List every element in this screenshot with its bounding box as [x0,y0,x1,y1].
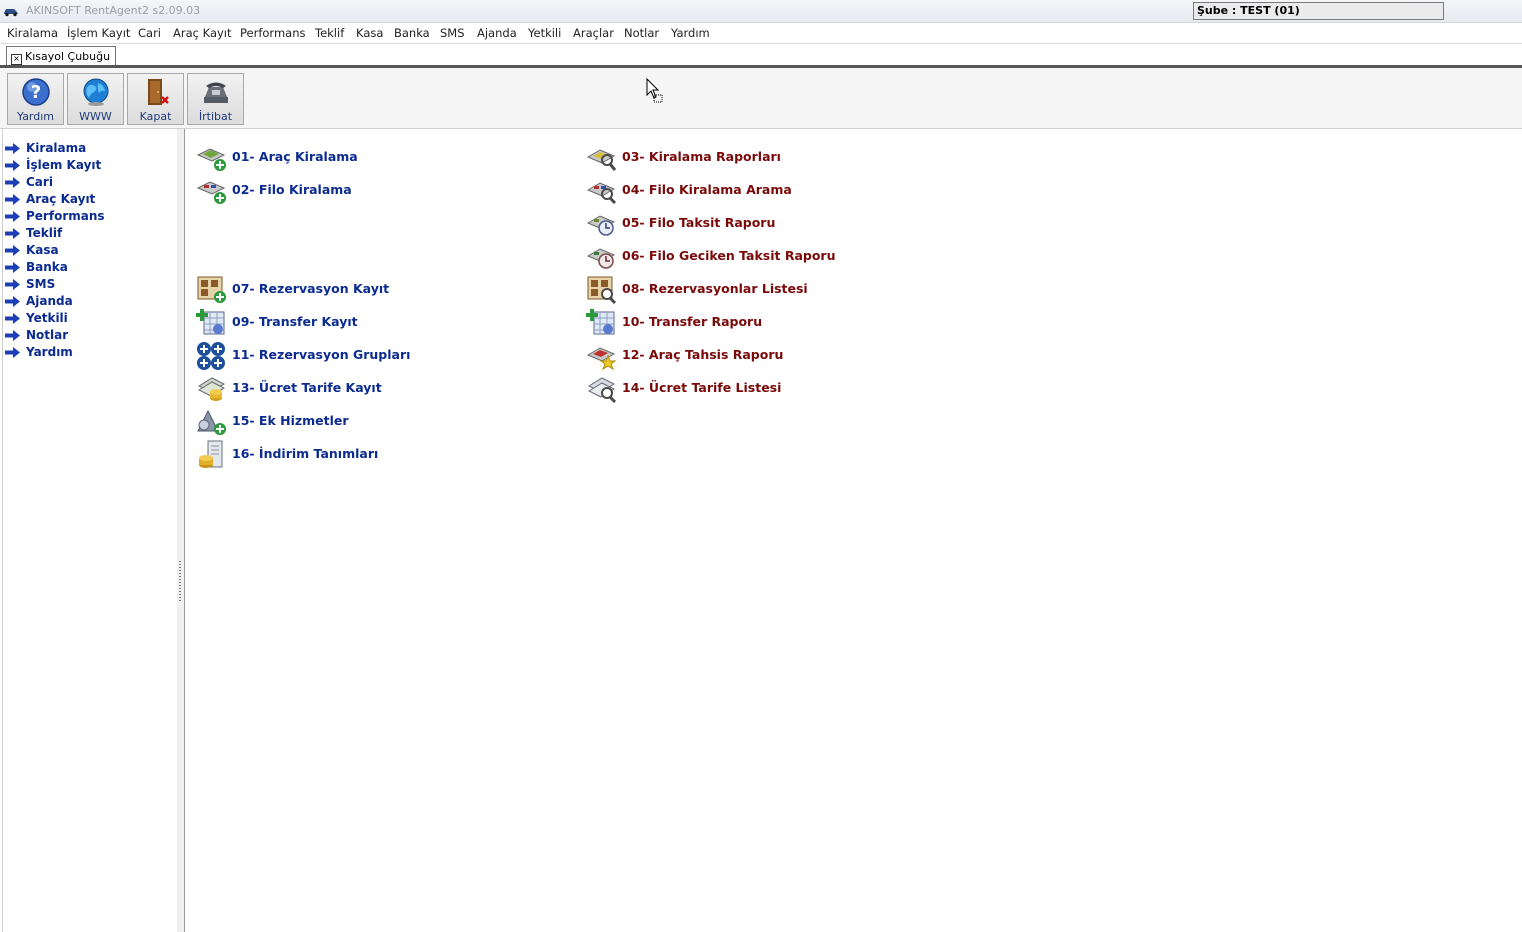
menu-banka[interactable]: Banka [394,26,430,40]
shortcut-label: 07- Rezervasyon Kayıt [232,281,390,296]
contact-button[interactable]: İrtibat [187,73,244,125]
window-title: AKINSOFT RentAgent2 s2.09.03 [26,4,201,17]
arrow-right-icon [5,279,20,290]
sidebar-label: Kiralama [26,141,87,155]
transfer-report-icon [586,309,615,335]
installment-report-icon [586,215,616,236]
menu-kasa[interactable]: Kasa [356,26,383,40]
arrow-right-icon [5,330,20,341]
arrow-right-icon [5,143,20,154]
www-label: WWW [79,110,112,123]
sidebar-label: İşlem Kayıt [26,158,102,172]
tariff-list-icon [587,377,617,404]
sidebar-label: SMS [26,277,56,291]
help-label: Yardım [16,110,55,123]
arrow-right-icon [5,296,20,307]
toolbar: ? Yardım WWW Kapat İrtibat [0,68,1522,129]
cursor-icon [646,78,663,103]
tariff-add-icon [197,377,226,401]
shortcut-label: 13- Ücret Tarife Kayıt [232,380,382,395]
shortcut-label: 15- Ek Hizmetler [232,413,349,428]
menu-bar: Kiralama İşlem Kayıt Cari Araç Kayıt Per… [0,23,1522,44]
menu-kiralama[interactable]: Kiralama [7,26,58,40]
transfer-add-icon [196,309,225,335]
tab-kisayol-cubugu[interactable]: × Kısayol Çubuğu [6,46,117,66]
shortcut-label: 14- Ücret Tarife Listesi [622,380,782,395]
close-icon[interactable]: × [11,54,22,65]
menu-notlar[interactable]: Notlar [624,26,659,40]
shortcut-panel: 01- Araç Kiralama 02- Filo Kiralama 07- … [186,129,1522,932]
menu-cari[interactable]: Cari [138,26,161,40]
title-bar: AKINSOFT RentAgent2 s2.09.03 Şube : TEST… [0,0,1522,23]
fleet-add-icon [196,181,226,204]
shortcut-label: 08- Rezervasyonlar Listesi [622,281,808,296]
arrow-right-icon [5,211,20,222]
branch-indicator: Şube : TEST (01) [1193,2,1444,20]
sidebar-label: Araç Kayıt [26,192,96,206]
close-app-button[interactable]: Kapat [127,73,184,125]
arrow-right-icon [5,194,20,205]
splitter-grip [179,561,181,601]
menu-teklif[interactable]: Teklif [315,26,344,40]
arrow-right-icon [5,228,20,239]
fleet-search-icon [586,182,617,205]
kapat-label: Kapat [139,110,172,123]
menu-performans[interactable]: Performans [240,26,305,40]
shortcut-label: 16- İndirim Tanımları [232,446,379,461]
menu-sms[interactable]: SMS [440,26,465,40]
car-icon [4,9,18,17]
shortcut-label: 01- Araç Kiralama [232,149,358,164]
phone-icon [204,82,228,103]
arrow-right-icon [5,313,20,324]
menu-ajanda[interactable]: Ajanda [477,26,517,40]
shortcut-label: 10- Transfer Raporu [622,314,763,329]
shortcut-label: 09- Transfer Kayıt [232,314,358,329]
arrow-right-icon [5,160,20,171]
door-icon [148,79,169,105]
shortcut-label: 11- Rezervasyon Grupları [232,347,411,362]
late-installment-icon [586,248,616,269]
shortcut-label: 04- Filo Kiralama Arama [622,182,792,197]
shortcut-label: 02- Filo Kiralama [232,182,352,197]
car-add-icon [196,148,226,171]
help-icon: ? [22,78,50,106]
menu-yardim[interactable]: Yardım [671,26,710,40]
arrow-right-icon [5,177,20,188]
discount-icon [199,440,223,468]
shortcut-label: 03- Kiralama Raporları [622,149,781,164]
sidebar-label: Banka [26,260,68,274]
globe-icon [83,78,109,106]
groups-icon [197,342,225,370]
help-button[interactable]: ? Yardım [7,73,64,125]
shortcut-label: 06- Filo Geciken Taksit Raporu [622,248,836,263]
sidebar-label: Teklif [26,226,63,240]
menu-araclar[interactable]: Araçlar [573,26,614,40]
arrow-right-icon [5,262,20,273]
rental-report-icon [586,149,617,171]
sidebar-label: Yardım [26,345,73,359]
tab-label: Kısayol Çubuğu [25,50,111,63]
sidebar: Kiralama İşlem Kayıt Cari Araç Kayıt Per… [2,129,178,932]
services-icon [197,409,226,435]
sidebar-label: Cari [26,175,53,189]
shortcut-label: 12- Araç Tahsis Raporu [622,347,784,362]
menu-islem-kayit[interactable]: İşlem Kayıt [67,26,130,40]
arrow-right-icon [5,347,20,358]
panel-splitter[interactable] [177,129,185,932]
menu-yetkili[interactable]: Yetkili [528,26,561,40]
sidebar-label: Kasa [26,243,59,257]
reservation-add-icon [197,276,226,303]
reservation-list-icon [587,276,617,305]
sidebar-label: Yetkili [26,311,68,325]
menu-arac-kayit[interactable]: Araç Kayıt [173,26,232,40]
sidebar-label: Notlar [26,328,69,342]
arrow-right-icon [5,245,20,256]
shortcut-label: 05- Filo Taksit Raporu [622,215,776,230]
irtibat-label: İrtibat [198,110,233,123]
sidebar-label: Performans [26,209,105,223]
sidebar-label: Ajanda [26,294,73,308]
www-button[interactable]: WWW [67,73,124,125]
svg-text:?: ? [31,82,41,103]
allocation-report-icon [586,347,617,371]
